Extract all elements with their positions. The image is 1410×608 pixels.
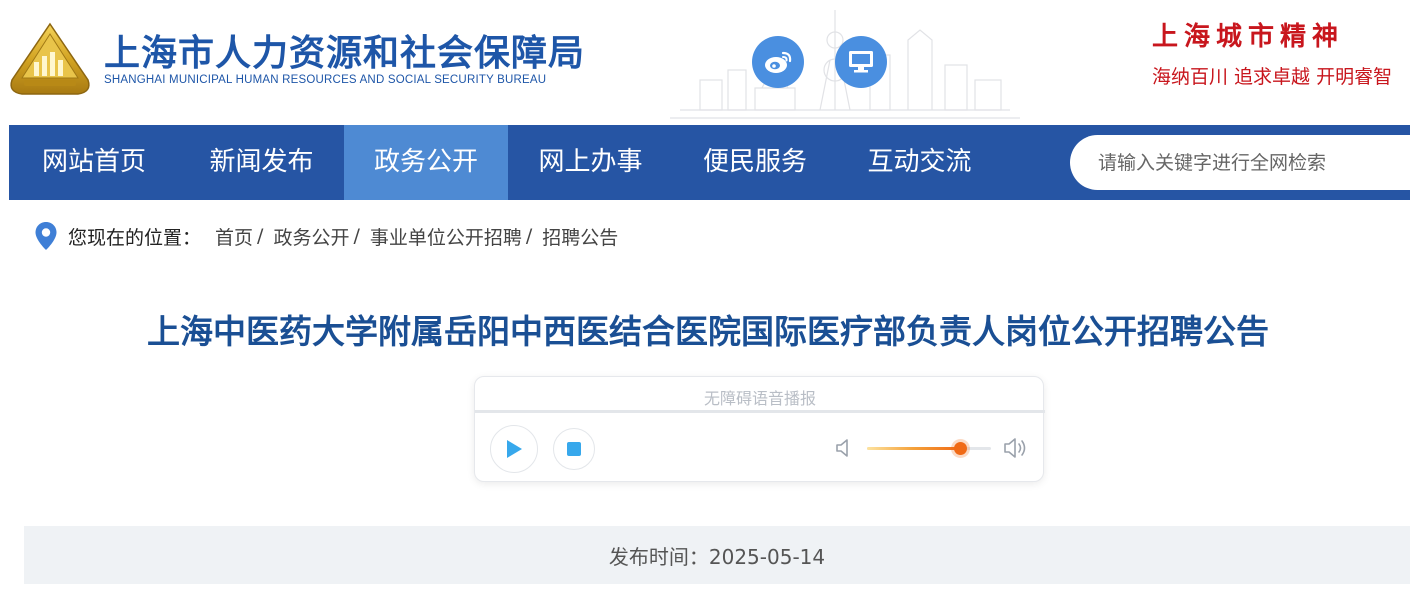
search-box (1070, 135, 1410, 190)
search-input[interactable] (1098, 151, 1398, 174)
volume-high-icon[interactable] (1003, 435, 1029, 461)
city-spirit-title: 上海城市精神 (1152, 22, 1345, 52)
site-title[interactable]: 上海市人力资源和社会保障局 (104, 24, 585, 76)
breadcrumb-home[interactable]: 首页 (215, 223, 253, 250)
publish-info-bar: 发布时间：2025-05-14 (24, 526, 1410, 584)
weibo-button[interactable] (752, 36, 804, 88)
nav-item-news[interactable]: 新闻发布 (179, 125, 344, 200)
breadcrumb-recruitment-notice[interactable]: 招聘公告 (542, 223, 618, 250)
breadcrumb-separator: / (525, 225, 533, 247)
audio-player-label: 无障碍语音播报 (703, 389, 816, 408)
breadcrumb-separator: / (353, 225, 360, 247)
publish-time: 发布时间：2025-05-14 (608, 544, 826, 569)
bureau-logo-icon[interactable] (8, 22, 92, 96)
play-button[interactable] (490, 425, 538, 473)
breadcrumb-separator: / (257, 225, 264, 247)
city-spirit-slogan: 海纳百川 追求卓越 开明睿智 (1152, 66, 1393, 88)
computer-site-button[interactable] (835, 36, 887, 88)
nav-item-interaction[interactable]: 互动交流 (837, 125, 1002, 200)
audio-progress-bar[interactable] (475, 410, 1045, 413)
accessibility-audio-player: 无障碍语音播报 (474, 376, 1045, 482)
volume-slider-handle[interactable] (954, 442, 967, 455)
breadcrumb-public-recruitment[interactable]: 事业单位公开招聘 (370, 223, 522, 250)
stop-icon (567, 442, 581, 456)
article-title: 上海中医药大学附属岳阳中西医结合医院国际医疗部负责人岗位公开招聘公告 (147, 312, 1269, 351)
main-nav: 网站首页 新闻发布 政务公开 网上办事 便民服务 互动交流 (9, 125, 1410, 200)
nav-item-public-services[interactable]: 便民服务 (673, 125, 837, 200)
nav-item-home[interactable]: 网站首页 (9, 125, 179, 200)
site-subtitle: SHANGHAI MUNICIPAL HUMAN RESOURCES AND S… (104, 74, 547, 86)
location-pin-icon (35, 222, 57, 250)
breadcrumb-prefix: 您现在的位置： (68, 226, 202, 249)
breadcrumb-government-affairs[interactable]: 政务公开 (273, 223, 349, 250)
nav-item-online-services[interactable]: 网上办事 (508, 125, 673, 200)
volume-slider[interactable] (867, 442, 991, 455)
stop-button[interactable] (553, 428, 595, 470)
play-icon (507, 440, 522, 458)
volume-slider-fill (867, 447, 960, 450)
site-header: 上海市人力资源和社会保障局 SHANGHAI MUNICIPAL HUMAN R… (0, 0, 1410, 125)
volume-low-icon[interactable] (835, 437, 853, 459)
weibo-icon (765, 51, 792, 73)
computer-icon (849, 51, 873, 73)
nav-item-government-affairs[interactable]: 政务公开 (344, 125, 508, 200)
breadcrumb: 您现在的位置： 首页 / 政务公开 / 事业单位公开招聘 / 招聘公告 (34, 220, 618, 252)
